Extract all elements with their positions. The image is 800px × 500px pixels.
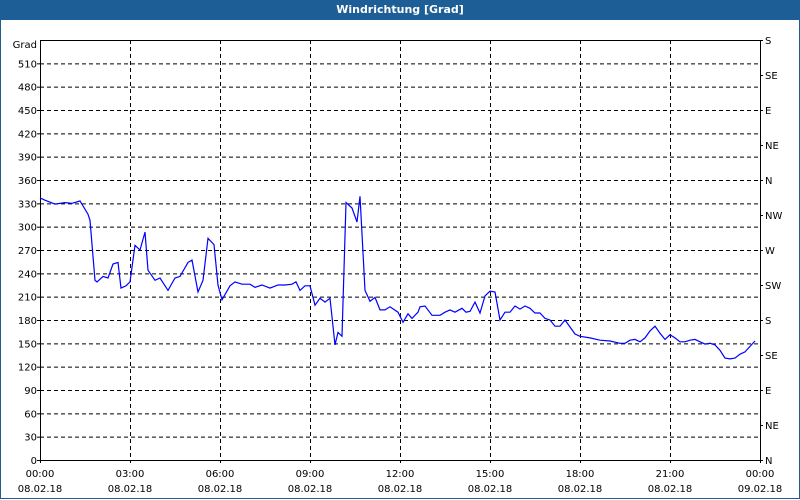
y-tick-label: 90 — [24, 386, 37, 397]
x-tick-date: 08.02.18 — [648, 484, 693, 495]
x-tick-time: 03:00 — [116, 469, 145, 480]
right-tick-label: W — [765, 246, 775, 257]
y-tick-label: 0 — [31, 456, 37, 467]
right-tick-label: E — [765, 386, 771, 397]
x-tick-time: 00:00 — [26, 469, 55, 480]
right-tick-label: SE — [765, 351, 778, 362]
x-tick-date: 08.02.18 — [468, 484, 513, 495]
y-tick-label: 450 — [18, 106, 37, 117]
x-tick-date: 08.02.18 — [378, 484, 423, 495]
right-tick-label: S — [765, 316, 771, 327]
right-tick-label: E — [765, 106, 771, 117]
y-tick-label: 120 — [18, 363, 37, 374]
y-tick-label: 300 — [18, 223, 37, 234]
right-tick-label: S — [765, 36, 771, 47]
x-tick-date: 09.02.18 — [738, 484, 783, 495]
x-tick-date: 08.02.18 — [18, 484, 63, 495]
right-tick-label: N — [765, 456, 772, 467]
y-axis-label: Grad — [13, 40, 37, 51]
y-tick-label: 210 — [18, 293, 37, 304]
x-tick-date: 08.02.18 — [198, 484, 243, 495]
y-tick-label: 420 — [18, 129, 37, 140]
y-tick-label: 510 — [18, 59, 37, 70]
x-tick-time: 06:00 — [206, 469, 235, 480]
y-tick-label: 330 — [18, 199, 37, 210]
series-line-windrichtung — [39, 196, 756, 360]
x-tick-time: 18:00 — [566, 469, 595, 480]
x-tick-date: 08.02.18 — [558, 484, 603, 495]
y-tick-label: 390 — [18, 153, 37, 164]
x-tick-time: 15:00 — [476, 469, 505, 480]
x-tick-time: 12:00 — [386, 469, 415, 480]
y-tick-label: 30 — [24, 433, 37, 444]
wind-direction-chart: Grad 0 30 60 90 120 150 180 210 240 270 300 330 360 3… — [13, 36, 783, 495]
y-tick-label: 150 — [18, 339, 37, 350]
y-tick-label: 270 — [18, 246, 37, 257]
x-tick-time: 21:00 — [656, 469, 685, 480]
x-tick-date: 08.02.18 — [288, 484, 333, 495]
y-tick-label: 60 — [24, 409, 37, 420]
y-tick-label: 480 — [18, 83, 37, 94]
right-tick-label: SW — [765, 281, 781, 292]
right-tick-label: N — [765, 176, 772, 187]
right-tick-label: SE — [765, 71, 778, 82]
right-tick-label: NE — [765, 421, 779, 432]
x-tick-date: 08.02.18 — [108, 484, 153, 495]
right-tick-label: NE — [765, 141, 779, 152]
y-tick-label: 180 — [18, 316, 37, 327]
y-tick-label: 360 — [18, 176, 37, 187]
x-tick-time: 09:00 — [296, 469, 325, 480]
x-tick-time: 00:00 — [746, 469, 775, 480]
right-tick-label: NW — [765, 211, 782, 222]
y-tick-label: 240 — [18, 269, 37, 280]
